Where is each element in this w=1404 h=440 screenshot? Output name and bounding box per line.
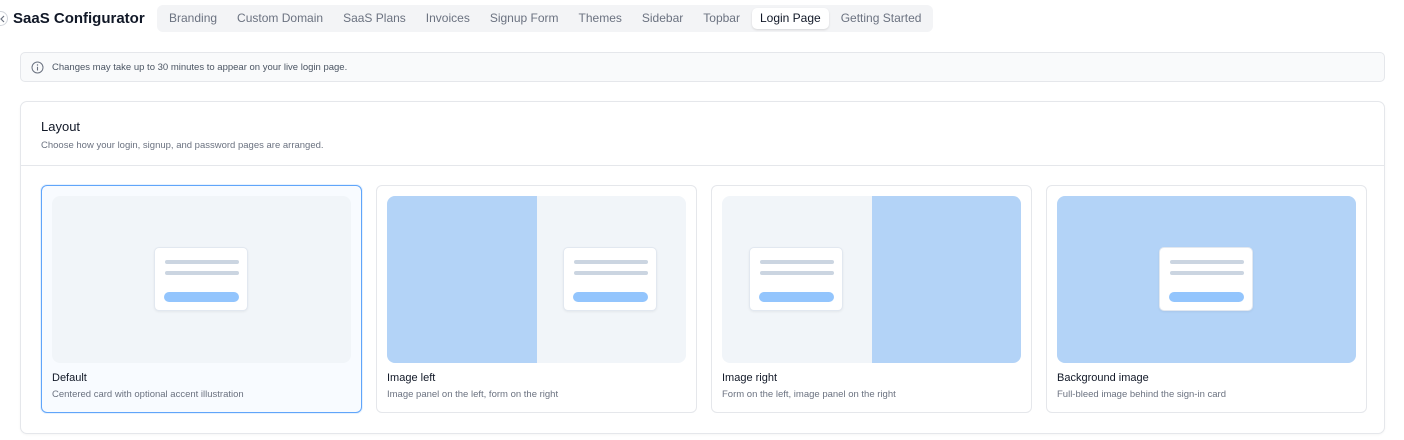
layout-preview-image-right	[722, 196, 1021, 363]
preview-login-card	[1159, 247, 1253, 311]
preview-login-card	[154, 247, 248, 311]
preview-login-card	[563, 247, 657, 311]
layout-option-description: Form on the left, image panel on the rig…	[722, 389, 896, 400]
preview-image-panel	[387, 196, 537, 363]
preview-login-card	[749, 247, 843, 311]
collapse-handle[interactable]	[0, 11, 8, 26]
layout-option-title: Image left	[387, 372, 436, 384]
layout-option-title: Default	[52, 372, 87, 384]
tab-custom-domain[interactable]: Custom Domain	[229, 8, 331, 29]
layout-title: Layout	[41, 119, 81, 134]
layout-preview-image-left	[387, 196, 686, 363]
layout-options: Default Centered card with optional acce…	[41, 185, 1367, 413]
layout-option-title: Image right	[722, 372, 778, 384]
layout-option-title: Background image	[1057, 372, 1149, 384]
layout-option-description: Image panel on the left, form on the rig…	[387, 389, 559, 400]
layout-panel: Layout Choose how your login, signup, an…	[20, 101, 1385, 434]
notice-text: Changes may take up to 30 minutes to app…	[52, 61, 348, 73]
layout-option-image-left[interactable]: Image left Image panel on the left, form…	[376, 185, 697, 413]
tab-getting-started[interactable]: Getting Started	[833, 8, 930, 29]
preview-image-panel	[871, 196, 1021, 363]
layout-option-description: Centered card with optional accent illus…	[52, 389, 244, 400]
info-icon	[31, 61, 44, 74]
layout-preview-background-image	[1057, 196, 1356, 363]
layout-preview-default	[52, 196, 351, 363]
tab-themes[interactable]: Themes	[571, 8, 630, 29]
tab-topbar[interactable]: Topbar	[695, 8, 748, 29]
layout-option-description: Full-bleed image behind the sign-in card	[1057, 389, 1226, 400]
tab-branding[interactable]: Branding	[161, 8, 225, 29]
layout-subtitle: Choose how your login, signup, and passw…	[41, 140, 324, 151]
tab-login-page[interactable]: Login Page	[751, 8, 829, 29]
chevron-left-icon	[0, 15, 5, 23]
app-title: SaaS Configurator	[13, 10, 145, 27]
tab-saas-plans[interactable]: SaaS Plans	[335, 8, 414, 29]
layout-panel-header: Layout Choose how your login, signup, an…	[21, 102, 1384, 166]
layout-option-default[interactable]: Default Centered card with optional acce…	[41, 185, 362, 413]
layout-option-image-right[interactable]: Image right Form on the left, image pane…	[711, 185, 1032, 413]
layout-option-background-image[interactable]: Background image Full-bleed image behind…	[1046, 185, 1367, 413]
tab-signup-form[interactable]: Signup Form	[482, 8, 567, 29]
tab-invoices[interactable]: Invoices	[418, 8, 478, 29]
tab-sidebar[interactable]: Sidebar	[634, 8, 691, 29]
tab-bar: Branding Custom Domain SaaS Plans Invoic…	[157, 5, 934, 32]
info-notice: Changes may take up to 30 minutes to app…	[20, 52, 1385, 82]
